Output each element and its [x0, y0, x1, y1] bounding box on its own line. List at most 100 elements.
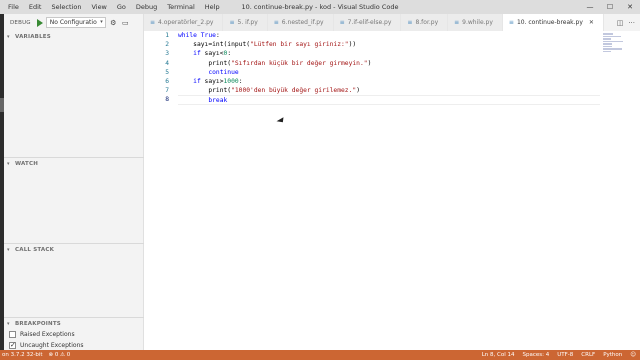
- line-number: 7: [165, 87, 169, 95]
- tab-continue-break[interactable]: ≡ 10. continue-break.py ✕: [502, 14, 604, 31]
- code-area[interactable]: while True: sayı=int(input("Lütfen bir s…: [178, 31, 600, 105]
- code-editor[interactable]: 1 23456 78 while True: sayı=int(input("Lüt…: [144, 31, 640, 350]
- status-left: on 3.7.2 32-bit ⊗ 0 ⚠ 0: [0, 352, 70, 358]
- code-line[interactable]: print("Sıfırdan küçük bir değer girmeyin…: [178, 59, 600, 68]
- code-token: print(: [178, 59, 232, 67]
- tab-if[interactable]: ≡ 5. if.py: [223, 14, 268, 31]
- uncaught-exceptions-checkbox[interactable]: [9, 341, 16, 349]
- python-file-icon: ≡: [150, 19, 156, 26]
- code-token: sayı=int(input(: [178, 41, 251, 49]
- breakpoints-header[interactable]: ▾ BREAKPOINTS: [4, 318, 144, 329]
- code-token: sayı>: [200, 77, 224, 85]
- tab-if-elif-else[interactable]: ≡ 7.if-elif-else.py: [333, 14, 402, 31]
- breakpoints-title: BREAKPOINTS: [15, 320, 61, 327]
- line-number: 8: [165, 96, 169, 104]
- title-bar: File Edit Selection View Go Debug Termin…: [0, 0, 640, 14]
- variables-header[interactable]: ▾ VARIABLES: [4, 31, 144, 42]
- code-token: True: [200, 32, 216, 39]
- python-file-icon: ≡: [339, 19, 345, 26]
- menu-edit[interactable]: Edit: [24, 0, 47, 14]
- call-stack-title: CALL STACK: [15, 246, 55, 253]
- maximize-button[interactable]: ☐: [600, 0, 620, 14]
- code-line[interactable]: break: [178, 95, 600, 105]
- menu-bar: File Edit Selection View Go Debug Termin…: [0, 0, 225, 14]
- tab-for[interactable]: ≡ 8.for.py: [401, 14, 449, 31]
- split-editor-icon[interactable]: ◫: [617, 19, 624, 27]
- encoding[interactable]: UTF-8: [557, 352, 573, 358]
- watch-title: WATCH: [15, 160, 39, 167]
- debug-configuration-select[interactable]: No Configuratio ▾: [45, 17, 106, 28]
- minimize-button[interactable]: —: [580, 0, 600, 14]
- menu-selection[interactable]: Selection: [46, 0, 86, 14]
- python-file-icon: ≡: [454, 19, 460, 26]
- menu-go[interactable]: Go: [112, 0, 131, 14]
- tab-operatorler-2[interactable]: ≡ 4.operatörler_2.py: [144, 14, 224, 31]
- code-token: sayı<: [200, 50, 224, 58]
- line-number-gutter: 1 23456 78: [144, 31, 169, 105]
- debug-console-icon[interactable]: ▭: [121, 19, 130, 27]
- configuration-value: No Configuratio: [49, 19, 97, 26]
- code-token: :: [227, 50, 232, 58]
- line-number: 2: [165, 41, 169, 49]
- tab-label: 9.while.py: [462, 19, 493, 26]
- chevron-down-icon: ▾: [7, 33, 10, 40]
- debug-toolbar: DEBUG No Configuratio ▾ ⚙ ▭: [4, 14, 143, 31]
- code-token: ): [367, 59, 372, 67]
- tab-while[interactable]: ≡ 9.while.py: [448, 14, 503, 31]
- indentation[interactable]: Spaces: 4: [523, 352, 550, 358]
- language-mode[interactable]: Python: [603, 352, 622, 358]
- code-token: 1000: [223, 77, 239, 85]
- code-line[interactable]: sayı=int(input("Lütfen bir sayı giriniz:…: [178, 40, 600, 49]
- start-debugging-icon[interactable]: [36, 18, 43, 27]
- code-line[interactable]: continue: [178, 68, 600, 77]
- code-token: "Sıfırdan küçük bir değer girmeyin.": [231, 59, 368, 67]
- raised-exceptions-checkbox[interactable]: [9, 331, 16, 338]
- code-line[interactable]: if sayı<0:: [178, 49, 600, 58]
- code-token: )): [348, 41, 357, 49]
- tab-label: 5. if.py: [237, 19, 258, 26]
- close-window-button[interactable]: ✕: [620, 0, 640, 14]
- problems-count[interactable]: ⊗ 0 ⚠ 0: [49, 352, 71, 358]
- code-token: "1000'den büyük değer girilemez.": [231, 87, 357, 95]
- code-line[interactable]: while True:: [178, 31, 600, 40]
- minimap[interactable]: [603, 33, 625, 53]
- python-file-icon: ≡: [508, 19, 514, 26]
- breakpoint-raised-exceptions[interactable]: Raised Exceptions: [4, 329, 144, 340]
- cursor-position[interactable]: Ln 8, Col 14: [482, 352, 515, 358]
- status-bar: on 3.7.2 32-bit ⊗ 0 ⚠ 0 Ln 8, Col 14 Spa…: [0, 350, 640, 360]
- breakpoint-label: Uncaught Exceptions: [20, 342, 84, 349]
- menu-debug[interactable]: Debug: [131, 0, 162, 14]
- tab-nested-if[interactable]: ≡ 6.nested_if.py: [267, 14, 334, 31]
- menu-terminal[interactable]: Terminal: [162, 0, 199, 14]
- code-token: continue: [208, 68, 239, 76]
- tab-label: 8.for.py: [415, 19, 439, 26]
- line-number: 4: [165, 59, 169, 67]
- gear-icon[interactable]: ⚙: [109, 19, 118, 27]
- more-actions-icon[interactable]: ···: [628, 19, 635, 27]
- close-icon[interactable]: ✕: [589, 19, 594, 26]
- python-interpreter[interactable]: on 3.7.2 32-bit: [2, 352, 43, 358]
- line-number: 6: [165, 77, 169, 85]
- variables-section: ▾ VARIABLES: [4, 31, 144, 42]
- debug-label: DEBUG: [10, 19, 31, 26]
- watch-header[interactable]: ▾ WATCH: [4, 158, 144, 169]
- menu-view[interactable]: View: [86, 0, 111, 14]
- code-line[interactable]: if sayı>1000:: [178, 77, 600, 86]
- python-file-icon: ≡: [407, 19, 413, 26]
- line-endings[interactable]: CRLF: [581, 352, 595, 358]
- code-line[interactable]: print("1000'den büyük değer girilemez."): [178, 86, 600, 95]
- feedback-icon[interactable]: ☺: [630, 352, 636, 358]
- window-controls: — ☐ ✕: [580, 0, 640, 14]
- status-right: Ln 8, Col 14 Spaces: 4 UTF-8 CRLF Python…: [482, 352, 640, 358]
- line-number: 3: [165, 50, 169, 58]
- chevron-down-icon: ▾: [7, 320, 10, 327]
- editor-tab-bar: ≡ 4.operatörler_2.py ≡ 5. if.py ≡ 6.nest…: [144, 14, 640, 31]
- python-file-icon: ≡: [229, 19, 235, 26]
- menu-file[interactable]: File: [3, 0, 24, 14]
- menu-help[interactable]: Help: [200, 0, 225, 14]
- call-stack-header[interactable]: ▾ CALL STACK: [4, 244, 144, 255]
- line-number: 1: [165, 32, 169, 39]
